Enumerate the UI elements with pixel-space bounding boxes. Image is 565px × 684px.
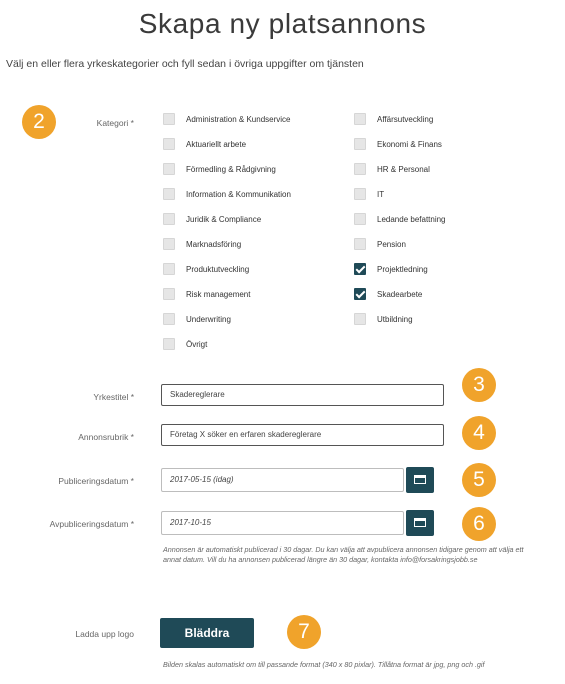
- checkbox[interactable]: [163, 138, 175, 150]
- checkbox[interactable]: [354, 313, 366, 325]
- category-option[interactable]: Pension: [354, 237, 406, 251]
- checkbox[interactable]: [163, 288, 175, 300]
- checkbox[interactable]: [354, 238, 366, 250]
- category-option[interactable]: Risk management: [163, 287, 250, 301]
- checkbox[interactable]: [163, 188, 175, 200]
- category-option-label: Administration & Kundservice: [186, 114, 291, 124]
- category-option-label: Ledande befattning: [377, 214, 446, 224]
- category-option-label: Pension: [377, 239, 406, 249]
- checkbox[interactable]: [354, 188, 366, 200]
- category-option-label: Underwriting: [186, 314, 231, 324]
- checkbox[interactable]: [163, 238, 175, 250]
- checkbox[interactable]: [163, 163, 175, 175]
- checkbox-checked[interactable]: [354, 263, 366, 275]
- category-option-label: Övrigt: [186, 339, 208, 349]
- step-badge-6: 6: [462, 507, 496, 541]
- category-option-label: Information & Kommunikation: [186, 189, 291, 199]
- ad-headline-input[interactable]: Företag X söker en erfaren skadereglerar…: [161, 424, 444, 446]
- category-option[interactable]: Juridik & Compliance: [163, 212, 261, 226]
- category-option[interactable]: Affärsutveckling: [354, 112, 433, 126]
- step-badge-4: 4: [462, 416, 496, 450]
- checkbox[interactable]: [354, 138, 366, 150]
- ad-headline-label: Annonsrubrik *: [78, 432, 134, 442]
- category-option[interactable]: Administration & Kundservice: [163, 112, 291, 126]
- step-badge-2: 2: [22, 105, 56, 139]
- job-title-label: Yrkestitel *: [93, 392, 134, 402]
- category-option[interactable]: Övrigt: [163, 337, 207, 351]
- category-option[interactable]: Produktutveckling: [163, 262, 249, 276]
- category-option[interactable]: HR & Personal: [354, 162, 430, 176]
- checkbox-checked[interactable]: [354, 288, 366, 300]
- category-option-label: Utbildning: [377, 314, 413, 324]
- category-option-label: Risk management: [186, 289, 251, 299]
- category-option-label: Ekonomi & Finans: [377, 139, 442, 149]
- checkbox[interactable]: [354, 213, 366, 225]
- checkbox[interactable]: [163, 338, 175, 350]
- logo-upload-label: Ladda upp logo: [75, 629, 134, 639]
- category-option[interactable]: Ekonomi & Finans: [354, 137, 442, 151]
- step-badge-7: 7: [287, 615, 321, 649]
- category-option[interactable]: Underwriting: [163, 312, 231, 326]
- category-option-label: Förmedling & Rådgivning: [186, 164, 276, 174]
- publish-date-label: Publiceringsdatum *: [58, 476, 134, 486]
- category-option[interactable]: Ledande befattning: [354, 212, 446, 226]
- category-option-label: Projektledning: [377, 264, 428, 274]
- category-option[interactable]: Projektledning: [354, 262, 428, 276]
- category-option-label: Marknadsföring: [186, 239, 242, 249]
- publish-info-note: Annonsen är automatiskt publicerad i 30 …: [163, 545, 524, 564]
- checkbox[interactable]: [354, 163, 366, 175]
- category-option[interactable]: IT: [354, 187, 384, 201]
- category-option[interactable]: Skadearbete: [354, 287, 422, 301]
- checkbox[interactable]: [163, 263, 175, 275]
- logo-info-note: Bilden skalas automatiskt om till passan…: [163, 660, 485, 669]
- unpublish-date-calendar-button[interactable]: [406, 510, 434, 536]
- calendar-icon: [414, 518, 426, 527]
- browse-button[interactable]: Bläddra: [160, 618, 254, 648]
- checkbox[interactable]: [163, 113, 175, 125]
- page-subtitle: Välj en eller flera yrkeskategorier och …: [6, 58, 364, 70]
- category-option-label: Affärsutveckling: [377, 114, 434, 124]
- category-option[interactable]: Information & Kommunikation: [163, 187, 291, 201]
- category-option[interactable]: Aktuariellt arbete: [163, 137, 246, 151]
- step-badge-5: 5: [462, 463, 496, 497]
- category-option-label: IT: [377, 189, 385, 199]
- page-title: Skapa ny platsannons: [138, 8, 427, 39]
- job-title-input[interactable]: Skadereglerare: [161, 384, 444, 406]
- checkbox[interactable]: [163, 213, 175, 225]
- unpublish-date-input[interactable]: 2017-10-15: [161, 511, 404, 535]
- category-option[interactable]: Utbildning: [354, 312, 413, 326]
- category-option-label: Produktutveckling: [186, 264, 250, 274]
- publish-date-calendar-button[interactable]: [406, 467, 434, 493]
- category-option-label: Aktuariellt arbete: [186, 139, 247, 149]
- checkbox[interactable]: [354, 113, 366, 125]
- category-label: Kategori *: [96, 118, 134, 128]
- category-option[interactable]: Förmedling & Rådgivning: [163, 162, 276, 176]
- unpublish-date-label: Avpubliceringsdatum *: [49, 519, 134, 529]
- checkbox[interactable]: [163, 313, 175, 325]
- category-option-label: HR & Personal: [377, 164, 430, 174]
- category-option-label: Skadearbete: [377, 289, 423, 299]
- calendar-icon: [414, 475, 426, 484]
- category-option-label: Juridik & Compliance: [186, 214, 262, 224]
- publish-date-input[interactable]: 2017-05-15 (idag): [161, 468, 404, 492]
- step-badge-3: 3: [462, 368, 496, 402]
- category-option[interactable]: Marknadsföring: [163, 237, 241, 251]
